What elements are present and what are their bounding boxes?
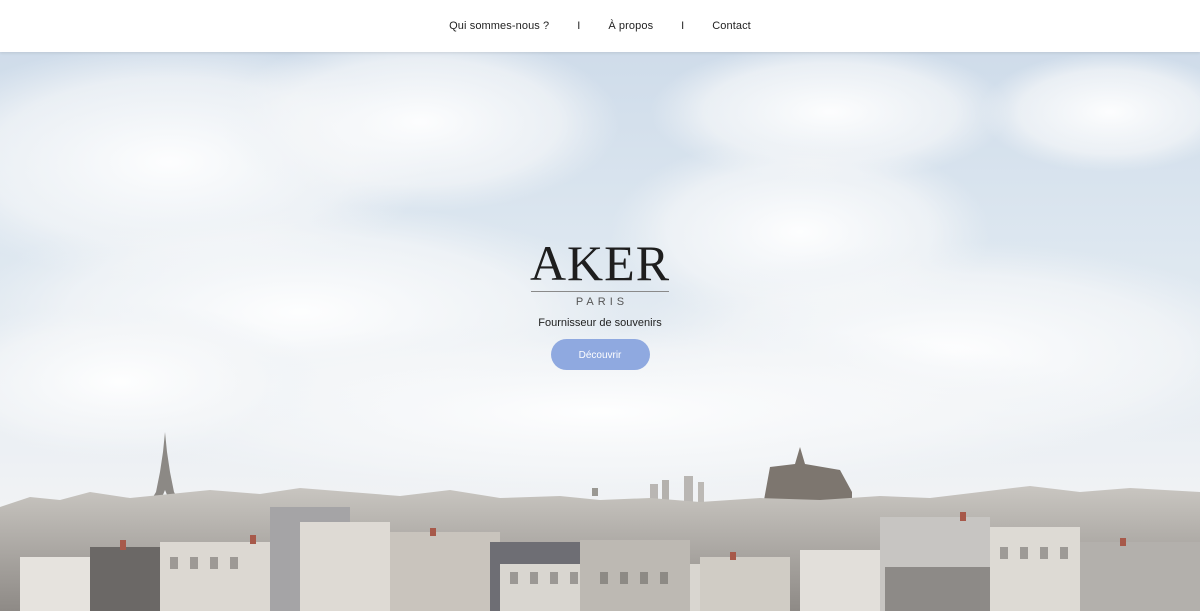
logo-divider (531, 291, 669, 292)
brand-logo: AKER (529, 235, 671, 291)
brand-tagline: Fournisseur de souvenirs (538, 317, 662, 329)
brand-block: AKER PARIS Fournisseur de souvenirs Déco… (0, 238, 1200, 370)
nav-separator: I (577, 20, 581, 32)
nav-link-qui-sommes-nous[interactable]: Qui sommes-nous ? (445, 20, 553, 32)
hero-section: AKER PARIS Fournisseur de souvenirs Déco… (0, 52, 1200, 611)
discover-button[interactable]: Découvrir (550, 339, 650, 370)
top-navigation: Qui sommes-nous ? I À propos I Contact (0, 0, 1200, 52)
nav-link-contact[interactable]: Contact (708, 20, 755, 32)
nav-separator: I (681, 20, 685, 32)
brand-city: PARIS (575, 296, 629, 308)
nav-link-a-propos[interactable]: À propos (604, 20, 657, 32)
nav-menu: Qui sommes-nous ? I À propos I Contact (445, 20, 755, 32)
